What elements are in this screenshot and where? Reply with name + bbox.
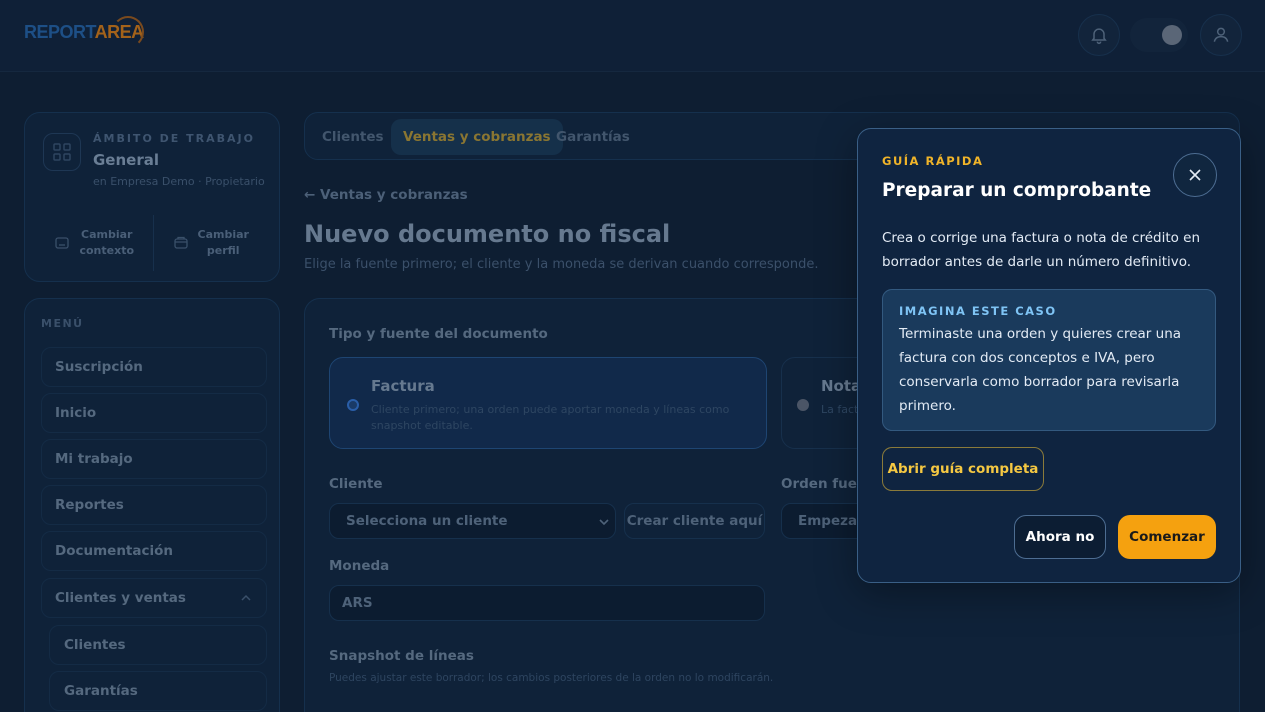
sidebar-item-documentacion[interactable]: Documentación xyxy=(41,531,267,571)
sidebar-item-label: Clientes y ventas xyxy=(55,590,186,606)
theme-toggle-knob xyxy=(1162,25,1182,45)
case-label: IMAGINA ESTE CASO xyxy=(899,304,1057,318)
back-link[interactable]: ← Ventas y cobranzas xyxy=(304,187,468,203)
top-header: REPORTAREA xyxy=(0,0,1265,72)
option-factura[interactable]: Factura Cliente primero; una orden puede… xyxy=(329,357,767,449)
radio-unselected[interactable] xyxy=(797,399,809,411)
sidebar-subitem-garantias[interactable]: Garantías xyxy=(49,671,267,711)
change-profile-label: Cambiar perfil xyxy=(197,228,249,257)
client-select[interactable]: Selecciona un cliente xyxy=(329,503,616,539)
sidebar-item-clientes-ventas[interactable]: Clientes y ventas xyxy=(41,578,267,618)
doc-type-label: Tipo y fuente del documento xyxy=(329,326,548,342)
context-icon xyxy=(55,237,70,249)
sidebar-menu: MENÚ Suscripción Inicio Mi trabajo Repor… xyxy=(24,298,280,712)
user-menu-button[interactable] xyxy=(1200,14,1242,56)
logo-arc xyxy=(112,16,144,48)
notifications-button[interactable] xyxy=(1078,14,1120,56)
change-context-button[interactable]: Cambiar contexto xyxy=(37,215,153,271)
close-button[interactable] xyxy=(1173,153,1217,197)
guide-description: Crea o corrige una factura o nota de cré… xyxy=(882,230,1201,270)
tab-clientes[interactable]: Clientes xyxy=(310,119,396,155)
guide-title: Preparar un comprobante xyxy=(882,180,1152,201)
logo-text-report: REPORT xyxy=(24,22,95,42)
menu-label: MENÚ xyxy=(41,317,84,330)
currency-input[interactable]: ARS xyxy=(329,585,765,621)
close-icon xyxy=(1189,169,1201,181)
chevron-up-icon xyxy=(241,594,251,601)
case-text: Terminaste una orden y quieres crear una… xyxy=(899,326,1182,414)
sidebar-item-reportes[interactable]: Reportes xyxy=(41,485,267,525)
sidebar-item-inicio[interactable]: Inicio xyxy=(41,393,267,433)
workspace-actions: Cambiar contexto Cambiar perfil xyxy=(37,215,269,271)
grid-icon xyxy=(43,133,81,171)
currency-label: Moneda xyxy=(329,558,390,574)
create-client-button[interactable]: Crear cliente aquí xyxy=(624,503,765,539)
lines-snapshot-hint: Puedes ajustar este borrador; los cambio… xyxy=(329,672,774,684)
option-title: Factura xyxy=(371,377,435,395)
page-subtitle: Elige la fuente primero; el cliente y la… xyxy=(304,257,819,272)
change-profile-button[interactable]: Cambiar perfil xyxy=(152,215,270,271)
change-context-label: Cambiar contexto xyxy=(79,228,135,257)
chevron-down-icon xyxy=(599,519,609,526)
sidebar-item-mi-trabajo[interactable]: Mi trabajo xyxy=(41,439,267,479)
theme-toggle[interactable] xyxy=(1130,18,1188,52)
client-label: Cliente xyxy=(329,476,383,492)
dismiss-button[interactable]: Ahora no xyxy=(1014,515,1106,559)
radio-selected[interactable] xyxy=(347,399,359,411)
workspace-subtitle: en Empresa Demo · Propietario xyxy=(93,175,265,188)
workspace-card: ÁMBITO DE TRABAJO General en Empresa Dem… xyxy=(24,112,280,282)
start-button[interactable]: Comenzar xyxy=(1118,515,1216,559)
profile-icon xyxy=(173,236,188,249)
lines-snapshot-label: Snapshot de líneas xyxy=(329,648,474,664)
bell-icon xyxy=(1091,28,1107,45)
client-select-value: Selecciona un cliente xyxy=(346,513,508,529)
workspace-label: ÁMBITO DE TRABAJO xyxy=(93,132,255,145)
tab-garantias[interactable]: Garantías xyxy=(544,119,642,155)
quick-guide-popover: GUÍA RÁPIDA Preparar un comprobante Crea… xyxy=(857,128,1241,583)
option-description: Cliente primero; una orden puede aportar… xyxy=(371,403,730,432)
page-title: Nuevo documento no fiscal xyxy=(304,220,671,248)
workspace-title: General xyxy=(93,151,159,169)
guide-eyebrow: GUÍA RÁPIDA xyxy=(882,154,984,168)
tab-ventas-cobranzas[interactable]: Ventas y cobranzas xyxy=(391,119,563,155)
open-full-guide-button[interactable]: Abrir guía completa xyxy=(882,447,1044,491)
option-title: Nota xyxy=(821,377,862,395)
sidebar-item-suscripcion[interactable]: Suscripción xyxy=(41,347,267,387)
sidebar-subitem-clientes[interactable]: Clientes xyxy=(49,625,267,665)
user-icon xyxy=(1213,27,1229,42)
example-case-box: IMAGINA ESTE CASO Terminaste una orden y… xyxy=(882,289,1216,431)
